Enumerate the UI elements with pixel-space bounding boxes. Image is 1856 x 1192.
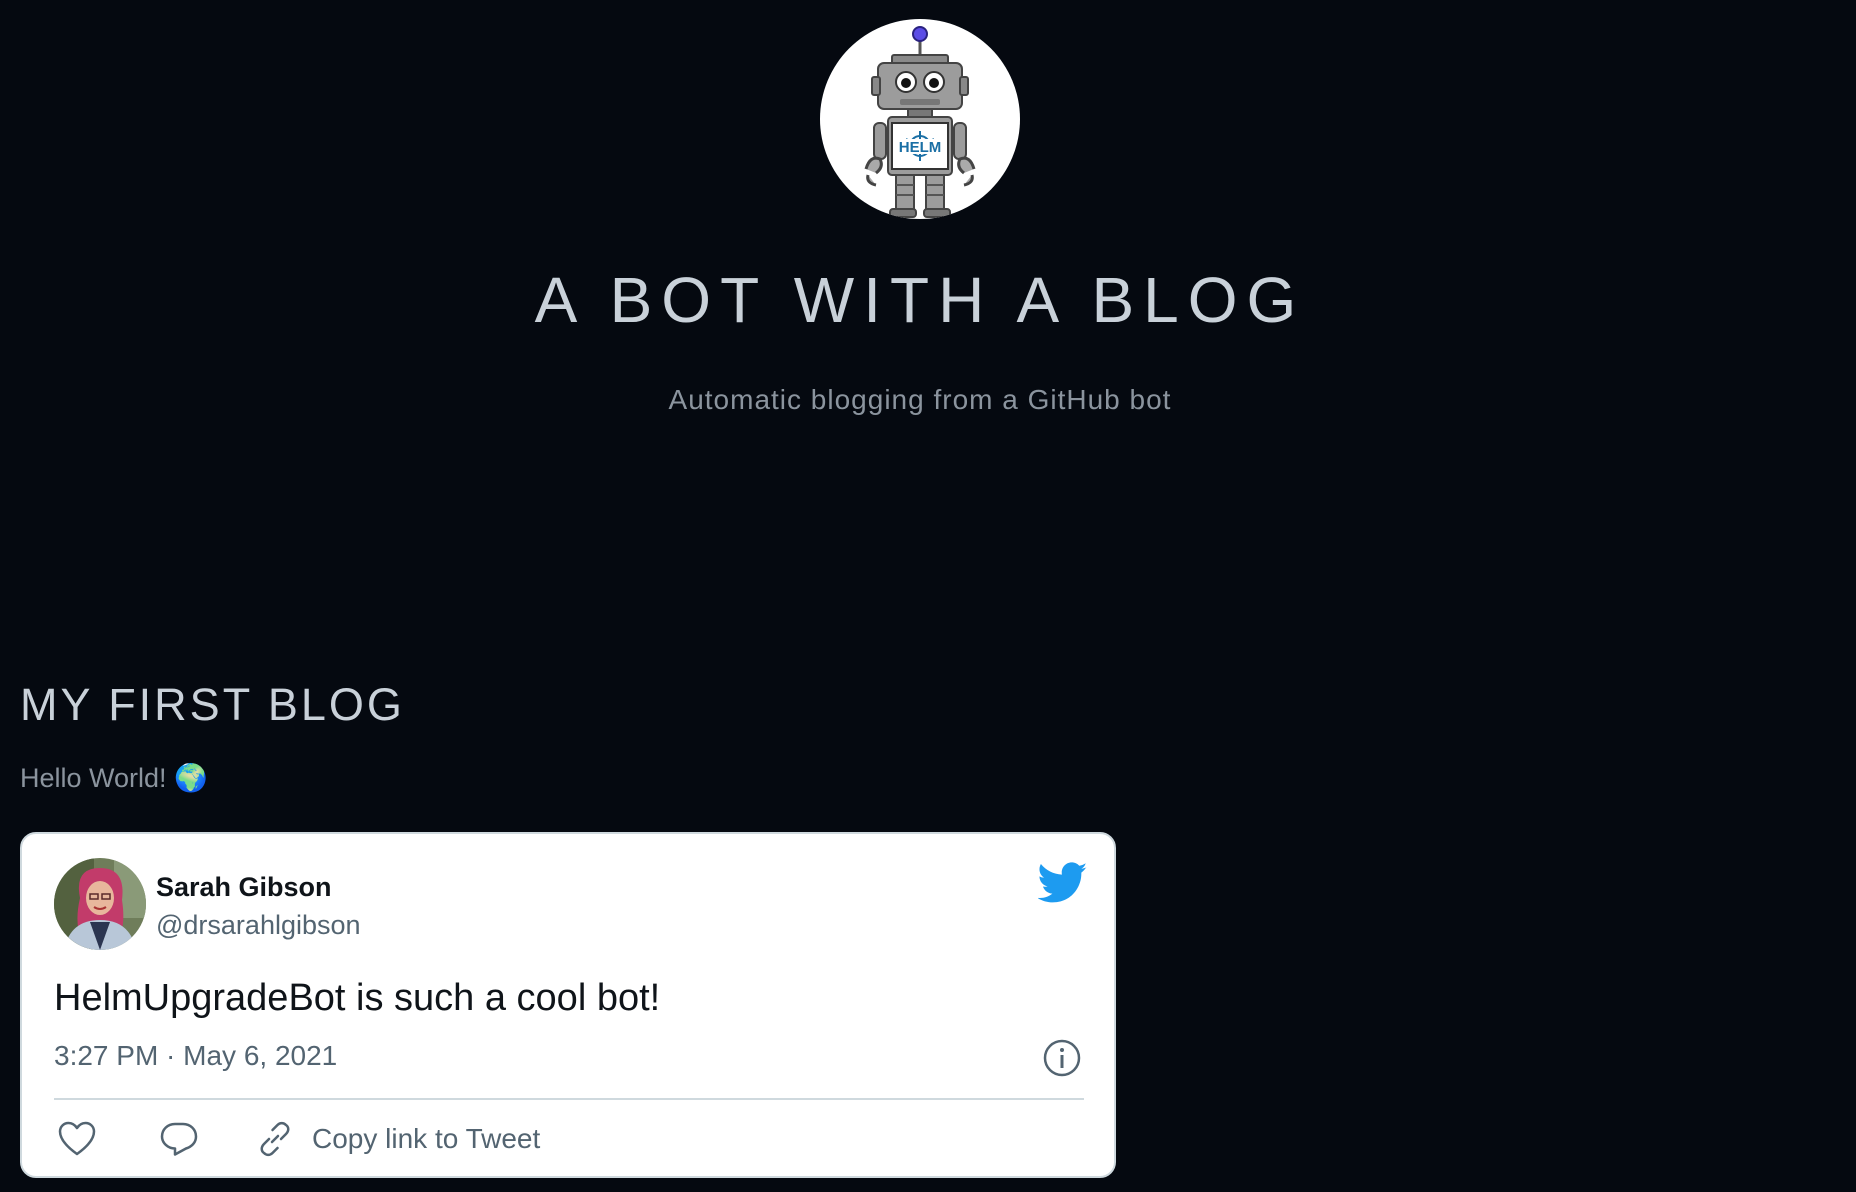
tweet-author-name[interactable]: Sarah Gibson <box>156 870 332 904</box>
copy-link-button[interactable]: Copy link to Tweet <box>256 1120 540 1158</box>
post-title[interactable]: MY FIRST BLOG <box>20 677 405 733</box>
twitter-bird-icon-svg <box>1037 862 1088 903</box>
tweet-actions: Copy link to Tweet <box>54 1114 540 1164</box>
tweet-divider <box>54 1098 1084 1100</box>
helm-robot-icon: HELM <box>864 26 976 218</box>
post-body: Hello World! 🌍 <box>20 763 208 793</box>
tweet-text: HelmUpgradeBot is such a cool bot! <box>54 977 661 1019</box>
page: HELM A BOT WITH A BLOG Automatic bloggin… <box>0 0 1856 1192</box>
site-subtitle: Automatic blogging from a GitHub bot <box>668 384 1172 415</box>
site-logo[interactable]: HELM <box>820 19 1020 219</box>
reply-icon <box>160 1122 198 1156</box>
link-icon <box>260 1121 290 1157</box>
tweet-author-avatar[interactable] <box>54 858 146 950</box>
embedded-tweet[interactable]: Sarah Gibson @drsarahlgibson HelmUpgrade… <box>20 832 1116 1178</box>
logo-text: HELM <box>899 139 942 156</box>
like-button[interactable] <box>58 1121 96 1157</box>
heart-icon <box>58 1121 96 1156</box>
twitter-bird-icon[interactable] <box>1037 862 1088 904</box>
info-icon[interactable] <box>1042 1038 1082 1078</box>
tweet-author-handle[interactable]: @drsarahlgibson <box>156 908 361 942</box>
reply-button[interactable] <box>160 1121 198 1157</box>
site-title[interactable]: A BOT WITH A BLOG <box>0 258 1840 342</box>
info-icon-svg <box>1043 1039 1081 1077</box>
author-avatar-photo <box>54 858 146 950</box>
tweet-timestamp[interactable]: 3:27 PM · May 6, 2021 <box>54 1038 337 1074</box>
copy-link-label: Copy link to Tweet <box>312 1123 541 1154</box>
